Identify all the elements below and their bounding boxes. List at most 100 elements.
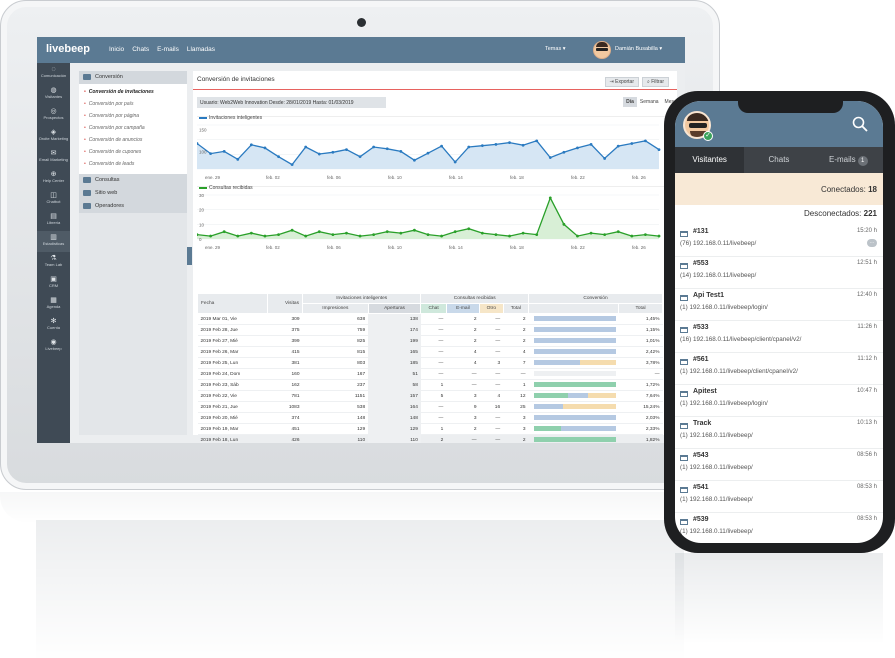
list-item[interactable]: #543 08:56 h (1) 192.168.0.11/livebeep/ bbox=[675, 449, 883, 481]
subnav-group-sitio-web[interactable]: Sitio web bbox=[79, 187, 187, 200]
table-row[interactable]: 2019 Feb 27, Mié 399 825 199—2—2 1,01% bbox=[197, 335, 663, 347]
data-point[interactable] bbox=[263, 146, 267, 150]
list-item[interactable]: #533 11:26 h (16) 192.168.0.11/livebeep/cl… bbox=[675, 321, 883, 353]
sidebar-item-5[interactable]: ⊕ Help Center bbox=[37, 168, 70, 189]
subnav-item-5[interactable]: Conversión de cupones bbox=[79, 146, 187, 158]
subnav-item-4[interactable]: Conversión de anuncios bbox=[79, 134, 187, 146]
data-point[interactable] bbox=[603, 233, 607, 236]
data-point[interactable] bbox=[209, 152, 212, 155]
data-point[interactable] bbox=[535, 233, 539, 236]
nav-chats[interactable]: Chats bbox=[132, 46, 149, 53]
data-point[interactable] bbox=[426, 233, 430, 236]
list-item[interactable]: Api Test1 12:40 h (1) 192.168.0.11/livebee… bbox=[675, 289, 883, 321]
data-point[interactable] bbox=[358, 155, 362, 159]
table-row[interactable]: 2019 Feb 28, Jue 375 759 174—2—2 1,15% bbox=[197, 324, 663, 336]
data-point[interactable] bbox=[494, 233, 498, 236]
data-point[interactable] bbox=[467, 227, 471, 231]
data-point[interactable] bbox=[589, 142, 593, 146]
search-icon[interactable] bbox=[852, 116, 868, 132]
filter-button[interactable]: ⌕ Filtrar bbox=[642, 77, 669, 87]
data-point[interactable] bbox=[644, 233, 647, 236]
data-point[interactable] bbox=[453, 160, 457, 164]
data-point[interactable] bbox=[413, 158, 416, 162]
sidebar-item-6[interactable]: ◫ Chatbot bbox=[37, 189, 70, 210]
data-point[interactable] bbox=[576, 234, 579, 238]
data-point[interactable] bbox=[385, 230, 389, 234]
data-point[interactable] bbox=[603, 157, 607, 160]
data-point[interactable] bbox=[494, 142, 498, 146]
data-point[interactable] bbox=[440, 234, 443, 238]
data-point[interactable] bbox=[304, 234, 308, 238]
sidebar-item-2[interactable]: ◎ Prospectos bbox=[37, 105, 70, 126]
tab-visitantes[interactable]: Visitantes bbox=[675, 147, 745, 173]
sidebar-item-0[interactable]: ◌ Comunicación bbox=[37, 63, 70, 84]
data-point[interactable] bbox=[562, 222, 566, 226]
subnav-item-2[interactable]: Conversión por página bbox=[79, 110, 187, 122]
data-point[interactable] bbox=[277, 155, 280, 159]
data-point[interactable] bbox=[317, 152, 321, 156]
export-button[interactable]: ⇥ Exportar bbox=[604, 77, 640, 87]
table-row[interactable]: 2019 Feb 26, Mar 415 815 165—4—4 2,42% bbox=[197, 346, 663, 358]
col-conv-total[interactable]: Total bbox=[618, 303, 663, 314]
data-point[interactable] bbox=[426, 151, 430, 155]
subnav-item-6[interactable]: Conversión de leads bbox=[79, 158, 187, 170]
data-point[interactable] bbox=[345, 231, 348, 235]
data-point[interactable] bbox=[331, 233, 335, 236]
data-point[interactable] bbox=[399, 231, 403, 235]
list-item[interactable]: #131 15:20 h (76) 192.168.0.11/livebeep/ ··… bbox=[675, 225, 883, 257]
data-point[interactable] bbox=[263, 234, 267, 238]
table-row[interactable]: 2019 Feb 20, Mié 374 148 148—3—3 2,03% bbox=[197, 412, 663, 424]
sidebar-item-10[interactable]: ▣ CRM bbox=[37, 273, 70, 294]
data-point[interactable] bbox=[399, 150, 403, 153]
sidebar-item-9[interactable]: ⚗ Team Lab bbox=[37, 252, 70, 273]
table-row[interactable]: 2019 Feb 25, Lun 381 803 185—4 3 7 3,78% bbox=[197, 357, 663, 369]
sidebar-item-3[interactable]: ◈ Oroite Marketing bbox=[37, 126, 70, 147]
data-point[interactable] bbox=[576, 146, 579, 150]
data-point[interactable] bbox=[331, 150, 335, 154]
data-point[interactable] bbox=[453, 230, 457, 234]
data-point[interactable] bbox=[589, 231, 593, 235]
col-otro[interactable]: Otro bbox=[479, 303, 504, 314]
period-semana[interactable]: Semana bbox=[637, 97, 662, 107]
collapse-handle[interactable] bbox=[187, 247, 192, 265]
subnav-group-consultas[interactable]: Consultas bbox=[79, 174, 187, 187]
table-row[interactable]: 2019 Feb 23, Sáb 162 237 58 1— —1 1,72% bbox=[197, 379, 663, 391]
data-point[interactable] bbox=[616, 144, 620, 148]
data-point[interactable] bbox=[508, 234, 511, 238]
data-point[interactable] bbox=[358, 234, 362, 238]
temas-dropdown[interactable]: Temas ▾ bbox=[545, 46, 566, 52]
data-point[interactable] bbox=[222, 230, 226, 234]
col-fecha[interactable]: Fecha bbox=[197, 293, 268, 314]
table-row[interactable]: 2019 Mar 01, Vie 309 638 138—2—2 1,45% bbox=[197, 313, 663, 325]
table-row[interactable]: 2019 Feb 18, Lun 426 110 110 2— —2 1,82% bbox=[197, 434, 663, 443]
sidebar-item-12[interactable]: ✻ Cuenta bbox=[37, 315, 70, 336]
data-point[interactable] bbox=[290, 228, 294, 232]
tab-chats[interactable]: Chats bbox=[744, 147, 813, 173]
data-point[interactable] bbox=[508, 141, 511, 144]
data-point[interactable] bbox=[630, 142, 634, 145]
data-point[interactable] bbox=[413, 228, 416, 232]
col-impresiones[interactable]: Impresiones bbox=[302, 303, 369, 314]
data-point[interactable] bbox=[562, 150, 566, 154]
data-point[interactable] bbox=[222, 150, 226, 153]
avatar[interactable] bbox=[593, 41, 611, 59]
subnav-group-conversion[interactable]: Conversión bbox=[79, 71, 187, 84]
subnav-item-3[interactable]: Conversión por campaña bbox=[79, 122, 187, 134]
col-visitas[interactable]: Visitas bbox=[267, 293, 303, 314]
nav-inicio[interactable]: Inicio bbox=[109, 46, 124, 53]
data-point[interactable] bbox=[209, 234, 212, 238]
data-point[interactable] bbox=[644, 139, 647, 143]
subnav-item-1[interactable]: Conversión por país bbox=[79, 98, 187, 110]
col-chat[interactable]: Chat bbox=[420, 303, 447, 314]
col-total[interactable]: Total bbox=[502, 303, 530, 314]
user-menu[interactable]: Damián Busabilla ▾ bbox=[615, 46, 662, 52]
table-row[interactable]: 2019 Feb 24, Dom 160 167 51— — — — — bbox=[197, 368, 663, 380]
sidebar-item-1[interactable]: ◍ Visitantes bbox=[37, 84, 70, 105]
data-point[interactable] bbox=[657, 148, 661, 152]
data-point[interactable] bbox=[657, 234, 661, 238]
col-aperturas[interactable]: Aperturas bbox=[367, 303, 422, 314]
list-item[interactable]: #561 11:12 h (1) 192.168.0.11/livebeep/cli… bbox=[675, 353, 883, 385]
data-point[interactable] bbox=[521, 143, 525, 147]
table-row[interactable]: 2019 Feb 22, Vie 781 1151 157 5 3 4 12 7,64% bbox=[197, 390, 663, 402]
sidebar-item-11[interactable]: ▦ Agenda bbox=[37, 294, 70, 315]
